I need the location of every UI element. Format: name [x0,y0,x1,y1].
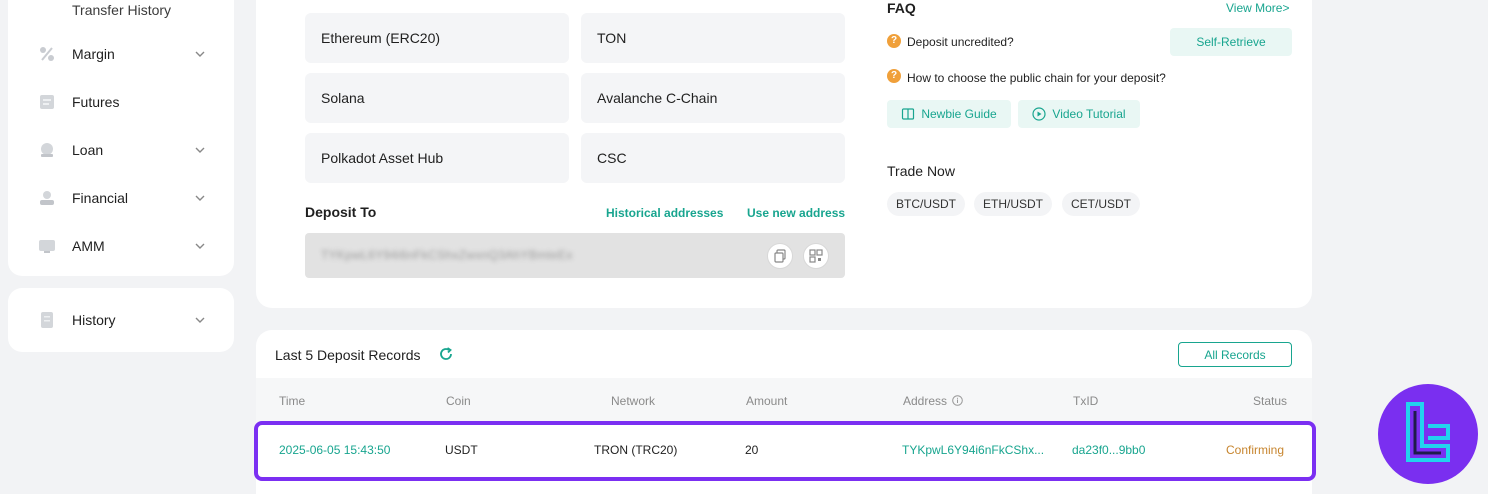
record-address-link[interactable]: TYKpwL6Y94i6nFkCShx... [902,443,1044,457]
faq-question-2[interactable]: How to choose the public chain for your … [907,71,1166,85]
brand-logo [1378,384,1478,484]
record-txid-link[interactable]: da23f0...9bb0 [1072,443,1145,457]
trade-pair-btc[interactable]: BTC/USDT [887,192,965,216]
records-table-header: Time Coin Network Amount Address TxID St… [256,378,1312,424]
sidebar-item-label: Futures [72,94,120,110]
sidebar-item-transfer-history[interactable]: Transfer History [72,2,171,18]
sidebar-item-label: Margin [72,46,115,62]
all-records-button[interactable]: All Records [1178,342,1292,367]
faq-question-1[interactable]: Deposit uncredited? [907,35,1014,49]
use-new-address-link[interactable]: Use new address [747,206,845,220]
sidebar-history-card: History [8,288,234,352]
trade-pair-eth[interactable]: ETH/USDT [974,192,1052,216]
sidebar-item-history[interactable]: History [8,300,234,340]
record-network: TRON (TRC20) [594,443,678,457]
network-option[interactable]: Ethereum (ERC20) [305,13,569,63]
sidebar-item-label: History [72,312,116,328]
record-status: Confirming [1226,443,1285,457]
self-retrieve-button[interactable]: Self-Retrieve [1170,28,1292,56]
history-icon [38,311,56,329]
chevron-down-icon [192,238,208,254]
question-icon: ? [887,34,901,48]
network-option[interactable]: Avalanche C-Chain [581,73,845,123]
sidebar-item-loan[interactable]: Loan [8,130,234,170]
trade-now-title: Trade Now [887,163,955,179]
info-icon[interactable] [952,395,964,406]
refresh-icon[interactable] [438,346,454,362]
column-header-address: Address [903,394,964,408]
video-tutorial-button[interactable]: Video Tutorial [1018,100,1140,128]
column-header-address-label: Address [903,394,948,408]
copy-icon[interactable] [767,243,793,269]
percent-icon [38,45,56,63]
financial-icon [38,189,56,207]
sidebar-item-label: Loan [72,142,104,158]
faq-title: FAQ [887,0,916,16]
amm-icon [38,237,56,255]
loan-icon [38,141,56,159]
column-header-time: Time [279,394,306,408]
futures-icon [38,93,56,111]
column-header-coin: Coin [446,394,471,408]
book-icon [902,108,915,120]
sidebar-item-futures[interactable]: Futures [8,82,234,122]
sidebar-item-amm[interactable]: AMM [8,226,234,266]
video-tutorial-label: Video Tutorial [1052,107,1126,121]
network-option[interactable]: CSC [581,133,845,183]
column-header-network: Network [611,394,656,408]
sidebar-item-financial[interactable]: Financial [8,178,234,218]
sidebar-menu: Transfer History Margin Futures Loan Fin… [8,0,234,276]
record-amount: 20 [745,443,759,457]
chevron-down-icon [192,46,208,62]
question-icon: ? [887,69,901,83]
historical-addresses-link[interactable]: Historical addresses [606,206,723,220]
column-header-status: Status [1253,394,1288,408]
chevron-down-icon [192,190,208,206]
record-time: 2025-06-05 15:43:50 [279,443,391,457]
deposit-address-field[interactable]: TYKpwL6Y94i6nFkCShxZwxnQ3AhYBmteEx [305,233,845,278]
chevron-down-icon [192,312,208,328]
table-row[interactable]: 2025-06-05 15:43:50 USDT TRON (TRC20) 20… [254,421,1316,481]
qr-code-icon[interactable] [803,243,829,269]
network-option[interactable]: Polkadot Asset Hub [305,133,569,183]
network-option[interactable]: Solana [305,73,569,123]
record-coin: USDT [445,443,478,457]
records-title: Last 5 Deposit Records [275,347,421,363]
deposit-card: Ethereum (ERC20) TON Solana Avalanche C-… [256,0,1312,308]
sidebar-item-margin[interactable]: Margin [8,34,234,74]
deposit-to-label: Deposit To [305,204,377,220]
trade-pair-cet[interactable]: CET/USDT [1062,192,1140,216]
chevron-down-icon [192,142,208,158]
newbie-guide-button[interactable]: Newbie Guide [887,100,1011,128]
deposit-address-masked: TYKpwL6Y94i6nFkCShxZwxnQ3AhYBmteEx [321,248,573,262]
sidebar-item-label: AMM [72,238,105,254]
column-header-amount: Amount [746,394,788,408]
newbie-guide-label: Newbie Guide [921,107,997,121]
column-header-txid: TxID [1073,394,1099,408]
play-icon [1032,107,1047,121]
view-more-link[interactable]: View More> [1226,1,1289,15]
sidebar-item-label: Financial [72,190,129,206]
network-option[interactable]: TON [581,13,845,63]
